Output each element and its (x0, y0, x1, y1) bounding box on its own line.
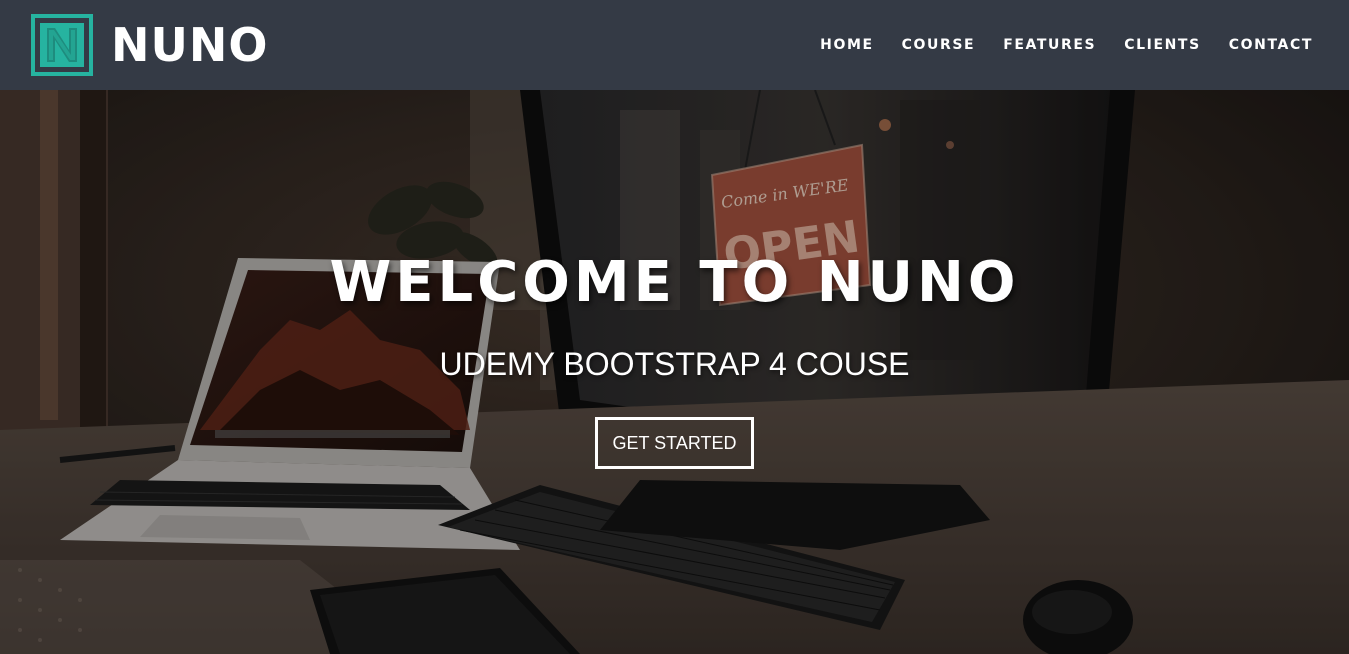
brand-name: NUNO (111, 18, 269, 72)
n-letter-logo-icon (31, 14, 93, 76)
get-started-button[interactable]: GET STARTED (595, 417, 754, 469)
main-nav: HOME COURSE FEATURES CLIENTS CONTACT (792, 0, 1313, 90)
hero-section: Come in WE'RE OPEN WELCOME TO NUNO UDEMY… (0, 90, 1349, 654)
nav-item-course: COURSE (902, 36, 976, 54)
nav-link-home[interactable]: HOME (820, 37, 874, 53)
nav-item-clients: CLIENTS (1124, 36, 1201, 54)
nav-item-features: FEATURES (1003, 36, 1096, 54)
nav-item-contact: CONTACT (1229, 36, 1313, 54)
nav-link-course[interactable]: COURSE (902, 37, 976, 53)
nav-item-home: HOME (820, 36, 874, 54)
nav-link-clients[interactable]: CLIENTS (1124, 37, 1201, 53)
navbar: NUNO HOME COURSE FEATURES CLIENTS CONTAC… (0, 0, 1349, 90)
nav-link-contact[interactable]: CONTACT (1229, 37, 1313, 53)
nav-link-features[interactable]: FEATURES (1003, 37, 1096, 53)
hero-title: WELCOME TO NUNO (329, 250, 1020, 315)
hero-subtitle: UDEMY BOOTSTRAP 4 COUSE (439, 346, 910, 382)
brand-link[interactable]: NUNO (31, 14, 268, 76)
